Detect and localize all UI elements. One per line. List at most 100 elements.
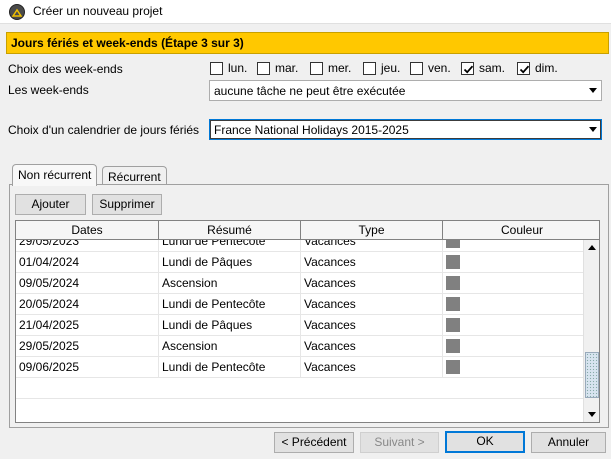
table-cell-color bbox=[443, 357, 584, 377]
checkmark-icon bbox=[519, 65, 530, 74]
checkbox-box[interactable] bbox=[210, 61, 223, 75]
weekends-select-value: aucune tâche ne peut être exécutée bbox=[214, 84, 406, 98]
next-button[interactable]: Suivant > bbox=[360, 432, 439, 453]
checkbox-saturday[interactable]: sam. bbox=[461, 61, 505, 75]
table-cell-summary: Lundi de Pentecôte bbox=[159, 294, 301, 314]
table-cell-summary: Lundi de Pentecôte bbox=[159, 357, 301, 377]
checkbox-label: sam. bbox=[479, 61, 506, 75]
column-header-summary[interactable]: Résumé bbox=[159, 221, 301, 240]
color-swatch[interactable] bbox=[446, 276, 460, 290]
table-cell-summary: Ascension bbox=[159, 336, 301, 356]
calendar-select[interactable]: France National Holidays 2015-2025 bbox=[209, 119, 602, 140]
table-cell-summary: Ascension bbox=[159, 273, 301, 293]
add-button[interactable]: Ajouter bbox=[15, 194, 86, 215]
checkbox-box[interactable] bbox=[410, 61, 423, 75]
table-cell-type: Vacances bbox=[301, 315, 443, 335]
checkbox-label: mar. bbox=[275, 61, 299, 75]
table-cell-color bbox=[443, 315, 584, 335]
table-cell-type: Vacances bbox=[301, 240, 443, 251]
table-row[interactable]: 29/05/2025 Ascension Vacances bbox=[16, 336, 584, 357]
cancel-button[interactable]: Annuler bbox=[531, 432, 606, 453]
color-swatch[interactable] bbox=[446, 240, 460, 248]
checkmark-icon bbox=[463, 65, 474, 74]
checkbox-box[interactable] bbox=[517, 61, 530, 75]
table-row[interactable]: 09/06/2025 Lundi de Pentecôte Vacances bbox=[16, 357, 584, 378]
checkbox-sunday[interactable]: dim. bbox=[517, 61, 558, 75]
table-cell-date: 01/04/2024 bbox=[16, 252, 159, 272]
weekends-label: Les week-ends bbox=[8, 83, 89, 97]
scroll-up-icon[interactable] bbox=[584, 240, 599, 256]
table-cell-type: Vacances bbox=[301, 252, 443, 272]
table-row[interactable]: 21/04/2025 Lundi de Pâques Vacances bbox=[16, 315, 584, 336]
table-row[interactable]: 29/05/2023 Lundi de Pentecôte Vacances bbox=[16, 240, 584, 252]
table-cell-type: Vacances bbox=[301, 357, 443, 377]
tab-non-recurrent[interactable]: Non récurrent bbox=[12, 164, 98, 186]
table-cell-date: 09/05/2024 bbox=[16, 273, 159, 293]
dialog-content: Jours fériés et week-ends (Étape 3 sur 3… bbox=[0, 24, 611, 459]
scrollbar-thumb[interactable] bbox=[585, 352, 599, 398]
chevron-down-icon bbox=[589, 127, 597, 132]
table-cell-color bbox=[443, 240, 584, 251]
table-cell-color bbox=[443, 252, 584, 272]
color-swatch[interactable] bbox=[446, 318, 460, 332]
checkbox-box[interactable] bbox=[461, 61, 474, 75]
color-swatch[interactable] bbox=[446, 360, 460, 374]
window-title: Créer un nouveau projet bbox=[33, 4, 163, 18]
calendar-label: Choix d'un calendrier de jours fériés bbox=[8, 123, 200, 137]
vertical-scrollbar[interactable] bbox=[583, 240, 599, 422]
table-row[interactable]: 01/04/2024 Lundi de Pâques Vacances bbox=[16, 252, 584, 273]
checkbox-box[interactable] bbox=[310, 61, 323, 75]
table-body: 29/05/2023 Lundi de Pentecôte Vacances 01/0… bbox=[16, 240, 584, 422]
table-cell-type: Vacances bbox=[301, 294, 443, 314]
table-cell-date: 29/05/2025 bbox=[16, 336, 159, 356]
checkbox-wednesday[interactable]: mer. bbox=[310, 61, 351, 75]
color-swatch[interactable] bbox=[446, 339, 460, 353]
checkbox-label: ven. bbox=[428, 61, 451, 75]
checkbox-label: jeu. bbox=[381, 61, 401, 75]
table-cell-type: Vacances bbox=[301, 273, 443, 293]
column-header-dates[interactable]: Dates bbox=[16, 221, 159, 240]
table-cell-color bbox=[443, 273, 584, 293]
checkbox-monday[interactable]: lun. bbox=[210, 61, 247, 75]
checkbox-friday[interactable]: ven. bbox=[410, 61, 451, 75]
ok-button[interactable]: OK bbox=[445, 431, 525, 453]
table-row[interactable]: 09/05/2024 Ascension Vacances bbox=[16, 273, 584, 294]
color-swatch[interactable] bbox=[446, 297, 460, 311]
column-header-color[interactable]: Couleur bbox=[443, 221, 599, 240]
table-cell-date: 20/05/2024 bbox=[16, 294, 159, 314]
chevron-down-icon bbox=[589, 88, 597, 93]
table-row-empty bbox=[16, 378, 584, 399]
table-row[interactable]: 20/05/2024 Lundi de Pentecôte Vacances bbox=[16, 294, 584, 315]
table-cell-date: 09/06/2025 bbox=[16, 357, 159, 377]
column-header-type[interactable]: Type bbox=[301, 221, 443, 240]
tab-recurrent[interactable]: Récurrent bbox=[102, 166, 167, 186]
table-cell-summary: Lundi de Pâques bbox=[159, 315, 301, 335]
table-cell-summary: Lundi de Pâques bbox=[159, 252, 301, 272]
table-cell-summary: Lundi de Pentecôte bbox=[159, 240, 301, 251]
checkbox-label: lun. bbox=[228, 61, 248, 75]
table-rows: 29/05/2023 Lundi de Pentecôte Vacances 01/0… bbox=[16, 240, 584, 399]
color-swatch[interactable] bbox=[446, 255, 460, 269]
checkbox-thursday[interactable]: jeu. bbox=[363, 61, 400, 75]
table-cell-color bbox=[443, 336, 584, 356]
table-cell-color bbox=[443, 294, 584, 314]
step-banner: Jours fériés et week-ends (Étape 3 sur 3… bbox=[6, 32, 609, 54]
wrench-app-icon bbox=[9, 4, 25, 20]
checkbox-box[interactable] bbox=[363, 61, 376, 75]
table-cell-date: 21/04/2025 bbox=[16, 315, 159, 335]
weekends-select[interactable]: aucune tâche ne peut être exécutée bbox=[209, 80, 602, 101]
title-bar: Créer un nouveau projet bbox=[0, 0, 611, 24]
delete-button[interactable]: Supprimer bbox=[92, 194, 162, 215]
holidays-table: Dates Résumé Type Couleur 29/05/2023 Lund… bbox=[15, 220, 600, 423]
previous-button[interactable]: < Précédent bbox=[274, 432, 354, 453]
scroll-down-icon[interactable] bbox=[584, 406, 599, 422]
checkbox-tuesday[interactable]: mar. bbox=[257, 61, 298, 75]
table-cell-type: Vacances bbox=[301, 336, 443, 356]
checkbox-label: mer. bbox=[328, 61, 352, 75]
calendar-select-value: France National Holidays 2015-2025 bbox=[214, 123, 409, 137]
table-cell-date: 29/05/2023 bbox=[16, 240, 159, 251]
checkbox-box[interactable] bbox=[257, 61, 270, 75]
checkbox-label: dim. bbox=[535, 61, 558, 75]
weekend-choice-label: Choix des week-ends bbox=[8, 62, 123, 76]
table-header: Dates Résumé Type Couleur bbox=[16, 221, 599, 240]
